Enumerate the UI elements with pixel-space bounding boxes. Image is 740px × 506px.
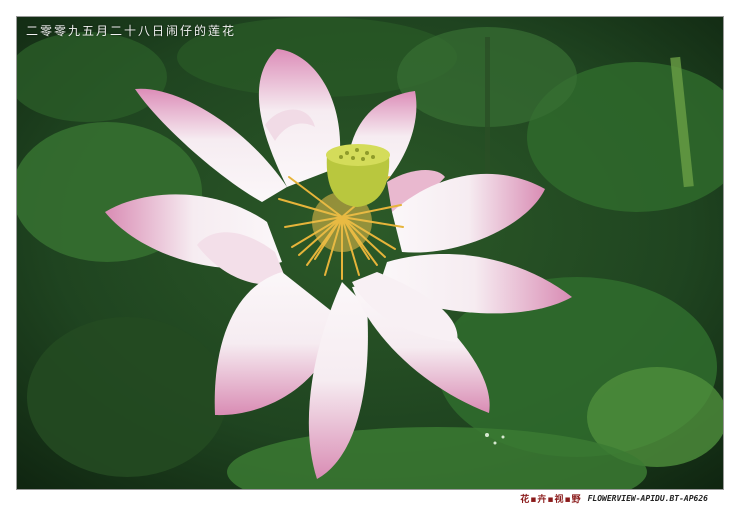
signature-url: FLOWERVIEW-APIDU.BT-AP626 (587, 493, 708, 503)
lotus-photo (16, 16, 724, 490)
signature-chinese: 花▪卉▪视▪野 (520, 494, 582, 505)
photo-frame: 二零零九五月二十八日闹仔的莲花 花▪卉▪视▪野 FLOWERVIEW-APIDU… (0, 0, 740, 506)
photo-signature: 花▪卉▪视▪野 FLOWERVIEW-APIDU.BT-AP626 (520, 492, 708, 505)
lotus-illustration (17, 17, 723, 489)
photo-caption: 二零零九五月二十八日闹仔的莲花 (26, 24, 237, 38)
